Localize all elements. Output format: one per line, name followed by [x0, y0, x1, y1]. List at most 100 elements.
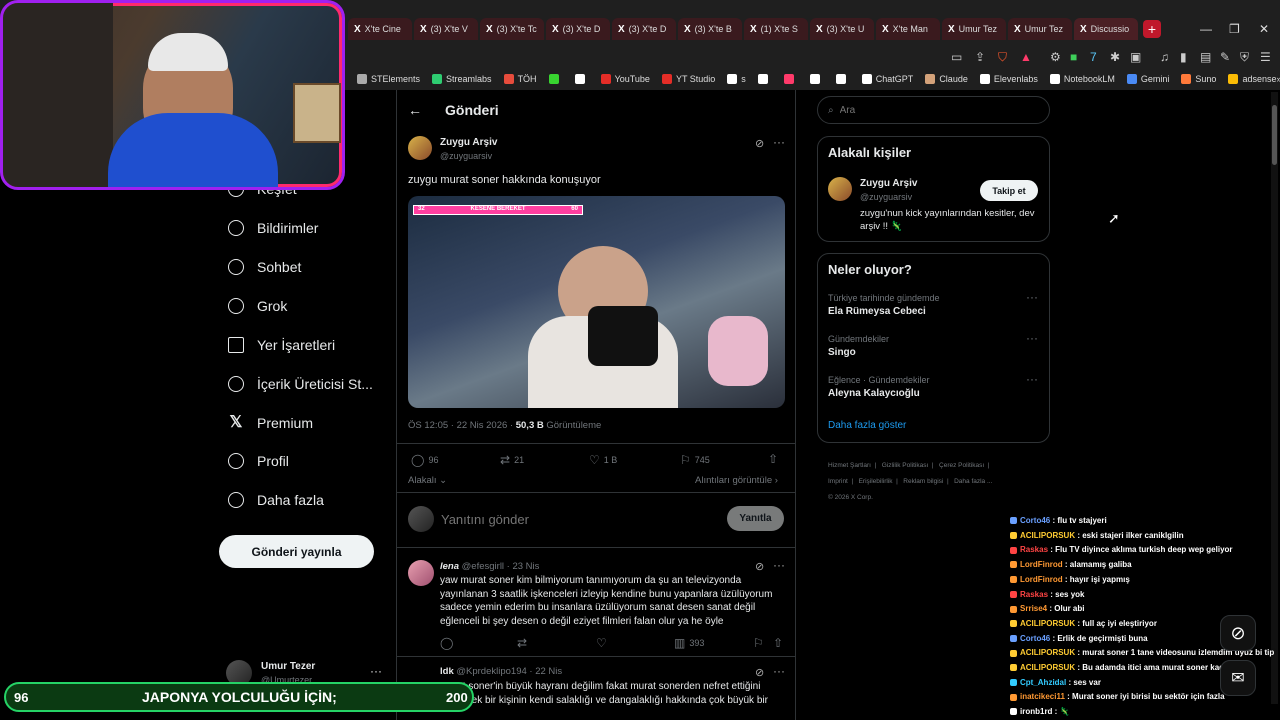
browser-tab[interactable]: X (1) X'te S	[744, 18, 808, 40]
bookmark-item[interactable]: Gemini	[1126, 74, 1169, 84]
reply-author-name[interactable]: ldk	[440, 666, 454, 677]
relevant-name[interactable]: Zuygu Arşiv	[860, 178, 917, 189]
extension-icon[interactable]: ⚙	[1050, 50, 1061, 64]
sidebar-item-9[interactable]: Daha fazla	[228, 492, 324, 508]
browser-tab[interactable]: X (3) X'te V	[414, 18, 478, 40]
reply-author-handle[interactable]: @efesgirll · 23 Nis	[462, 561, 540, 572]
scrollbar-thumb[interactable]	[1272, 105, 1277, 165]
bookmark-item[interactable]: adsense	[1228, 74, 1276, 84]
sidebar-item-8[interactable]: Profil	[228, 453, 289, 469]
trend-item[interactable]: Eğlence · Gündemdekiler Aleyna Kalaycıoğl…	[828, 372, 1038, 399]
bookmark-item[interactable]	[757, 74, 772, 84]
browser-tab[interactable]: X (3) X'te D	[546, 18, 610, 40]
reply-more-icon[interactable]: ···	[773, 558, 785, 572]
reply-share-icon[interactable]: ⇧	[773, 636, 787, 650]
footer-link[interactable]: Daha fazla ...	[954, 478, 992, 485]
bookmark-action[interactable]: ⚐ 745	[680, 453, 710, 467]
browser-tab[interactable]: X (3) X'te U	[810, 18, 874, 40]
relevant-handle[interactable]: @zuyguarsiv	[860, 192, 912, 202]
browser-tab[interactable]: X (3) X'te Tc	[480, 18, 544, 40]
reply-author-avatar[interactable]	[408, 560, 434, 591]
post-author-handle[interactable]: @zuyguarsiv	[440, 151, 492, 161]
footer-link[interactable]: Gizlilik Politikası	[882, 462, 929, 469]
reply-views[interactable]: ▥ 393	[674, 636, 704, 650]
bookmarks-overflow-icon[interactable]: »	[1276, 74, 1280, 84]
sidebar-item-7[interactable]: 𝕏 Premium	[228, 415, 313, 432]
reply-reply-icon[interactable]: ◯	[440, 636, 457, 650]
back-arrow-icon[interactable]: ←	[408, 102, 422, 118]
post-video[interactable]: 32 KESENE BEREKET 60	[408, 196, 785, 408]
wallet-icon[interactable]: ▤	[1200, 50, 1211, 64]
leo-icon[interactable]: ✎	[1220, 50, 1230, 64]
account-more-icon[interactable]: ···	[370, 664, 382, 678]
post-button[interactable]: Gönderi yayınla	[219, 535, 374, 568]
relevance-dropdown[interactable]: Alakalı ⌄	[408, 475, 447, 486]
search-box[interactable]: ⌕	[817, 96, 1050, 124]
reply-more-icon[interactable]: ···	[773, 664, 785, 678]
like-action[interactable]: ♡ 1 B	[589, 453, 617, 467]
bookmark-item[interactable]	[809, 74, 824, 84]
reply-button[interactable]: Yanıtla	[727, 506, 784, 531]
follow-button[interactable]: Takip et	[980, 180, 1038, 201]
vpn-icon[interactable]: ⛨	[1240, 50, 1249, 65]
cast-icon[interactable]: ▭	[951, 50, 962, 64]
sidebar-icon[interactable]: ▮	[1180, 50, 1187, 64]
scrollbar[interactable]	[1271, 92, 1278, 704]
share-post-icon[interactable]: ⇧	[768, 452, 782, 466]
puzzle-icon[interactable]: ✱	[1110, 50, 1120, 64]
reply-input[interactable]	[441, 508, 711, 530]
reply-action[interactable]: ◯ 96	[411, 453, 438, 467]
trend-item[interactable]: Türkiye tarihinde gündemde Ela Rümeysa Ce…	[828, 290, 1038, 317]
trend-item[interactable]: Gündemdekiler Singo ···	[828, 331, 1038, 358]
view-quotes-link[interactable]: Alıntıları görüntüle ›	[695, 475, 778, 486]
browser-tab[interactable]: X Umur Tez	[1008, 18, 1072, 40]
browser-tab[interactable]: X (3) X'te D	[612, 18, 676, 40]
bookmark-item[interactable]: ChatGPT	[861, 74, 913, 84]
bookmark-item[interactable]: Claude	[925, 74, 968, 84]
bookmark-item[interactable]: Suno	[1181, 74, 1216, 84]
footer-link[interactable]: Reklam bilgisi	[903, 478, 943, 485]
media-icon[interactable]: ♫	[1160, 50, 1169, 64]
grok-float-icon[interactable]: ⊘	[1220, 615, 1256, 651]
sidebar-item-5[interactable]: Yer İşaretleri	[228, 337, 335, 353]
browser-tab[interactable]: X Umur Tez	[942, 18, 1006, 40]
sidebar-item-3[interactable]: Sohbet	[228, 259, 301, 275]
sidebar-item-6[interactable]: İçerik Üreticisi St...	[228, 376, 373, 392]
reply-repost-icon[interactable]: ⇄	[517, 636, 531, 650]
bookmark-item[interactable]: YT Studio	[661, 74, 715, 84]
reply-like-icon[interactable]: ♡	[596, 636, 611, 650]
repost-action[interactable]: ⇄ 21	[500, 453, 524, 467]
extension-green-icon[interactable]: ■	[1070, 50, 1077, 64]
extension-translate-icon[interactable]: 7	[1090, 50, 1097, 64]
reply-author-handle[interactable]: @Kprdeklipo194 · 22 Nis	[456, 666, 562, 677]
bookmark-item[interactable]: s	[727, 74, 746, 84]
browser-tab[interactable]: X (3) X'te B	[678, 18, 742, 40]
relevant-avatar[interactable]	[828, 177, 852, 206]
grok-icon[interactable]: ⊘	[755, 560, 764, 573]
bookmark-item[interactable]	[835, 74, 850, 84]
footer-link[interactable]: Imprint	[828, 478, 848, 485]
bookmark-item[interactable]	[783, 74, 798, 84]
footer-link[interactable]: Erişilebilirlik	[859, 478, 893, 485]
bookmark-item[interactable]: YouTube	[600, 74, 650, 84]
share-icon[interactable]: ⇪	[975, 50, 985, 64]
browser-tab[interactable]: X Discussio	[1074, 18, 1138, 40]
bookmark-item[interactable]: Streamlabs	[432, 74, 492, 84]
trend-more-icon[interactable]: ···	[1026, 372, 1038, 386]
post-author-avatar[interactable]	[408, 136, 432, 165]
post-author-name[interactable]: Zuygu Arşiv	[440, 137, 497, 148]
reply-bookmark-icon[interactable]: ⚐	[753, 636, 768, 650]
menu-icon[interactable]: ☰	[1260, 50, 1271, 64]
browser-tab[interactable]: X X'te Man	[876, 18, 940, 40]
sidebar-item-4[interactable]: Grok	[228, 298, 287, 314]
new-tab-button[interactable]: +	[1143, 20, 1161, 38]
footer-link[interactable]: Çerez Politikası	[939, 462, 984, 469]
minimize-icon[interactable]: —	[1200, 22, 1212, 36]
sidebar-item-2[interactable]: Bildirimler	[228, 220, 318, 236]
close-icon[interactable]: ✕	[1259, 22, 1269, 36]
bookmark-item[interactable]	[574, 74, 589, 84]
bookmark-item[interactable]: NotebookLM	[1049, 74, 1115, 84]
maximize-icon[interactable]: ❐	[1229, 22, 1240, 36]
footer-link[interactable]: Hizmet Şartları	[828, 462, 871, 469]
browser-tab[interactable]: X X'te Cine	[348, 18, 412, 40]
